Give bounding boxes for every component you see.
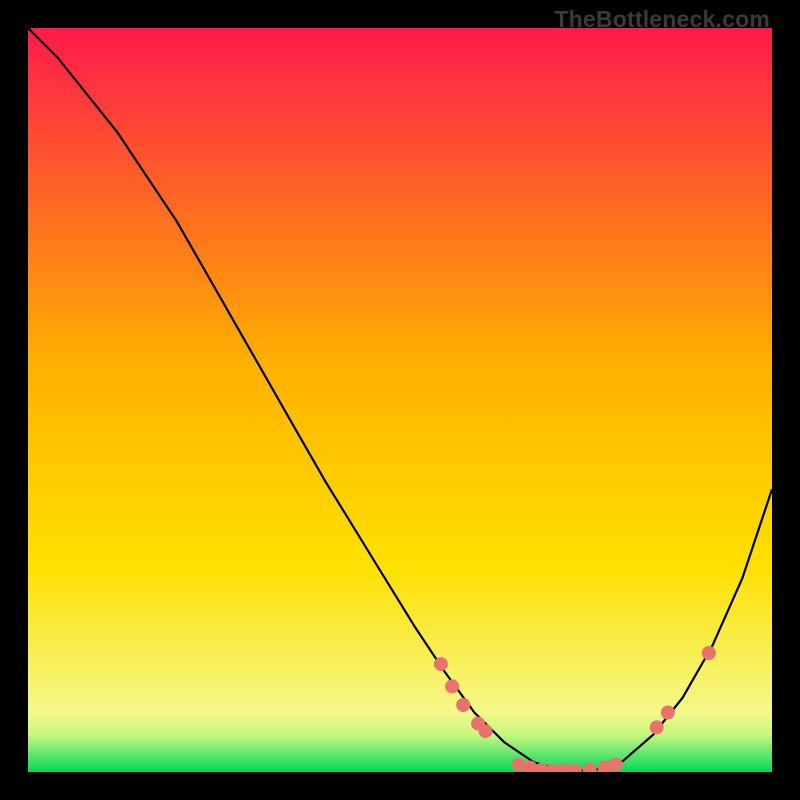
watermark-text: TheBottleneck.com: [554, 6, 770, 33]
scatter-point: [661, 706, 675, 720]
gradient-background: [28, 28, 772, 772]
bottleneck-chart: [28, 28, 772, 772]
scatter-point: [609, 758, 623, 772]
scatter-point: [650, 720, 664, 734]
scatter-point: [479, 724, 493, 738]
scatter-point: [434, 657, 448, 671]
scatter-point: [456, 698, 470, 712]
chart-frame: [28, 28, 772, 772]
scatter-point: [702, 646, 716, 660]
scatter-point: [445, 679, 459, 693]
